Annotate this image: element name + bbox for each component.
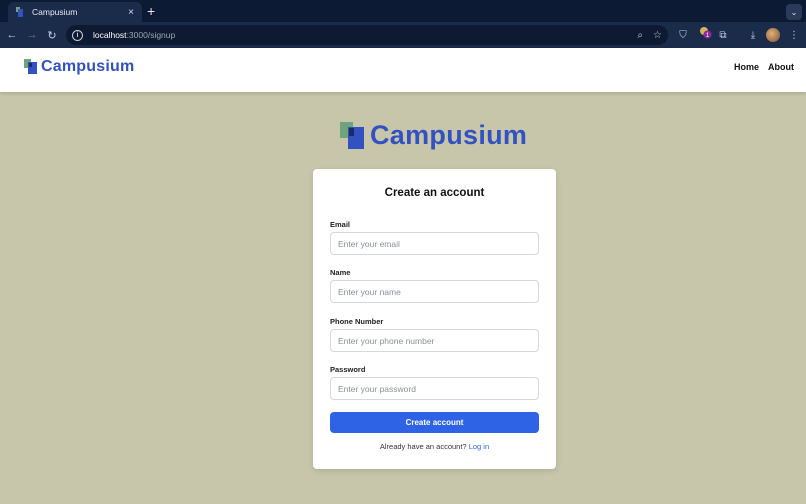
- extension-badge-icon[interactable]: 1: [699, 26, 712, 39]
- info-icon[interactable]: i: [72, 29, 83, 41]
- download-icon[interactable]: ⤓: [745, 27, 761, 43]
- password-label: Password: [330, 365, 366, 374]
- url-path: :3000/signup: [126, 30, 176, 40]
- login-prompt-text: Already have an account?: [379, 442, 467, 451]
- new-tab-icon[interactable]: +: [147, 3, 155, 19]
- login-prompt-line: Already have an account? Log in: [313, 442, 556, 451]
- browser-toolbar: ← → ↻ i localhost :3000/signup ⌕ ☆ ⛉ ⧉ ⤓…: [0, 22, 806, 48]
- signup-title: Create an account: [384, 187, 485, 199]
- campusium-logo-icon: [24, 59, 38, 75]
- create-account-button[interactable]: Create account: [330, 412, 539, 433]
- forward-icon[interactable]: →: [24, 27, 40, 43]
- back-icon[interactable]: ←: [4, 27, 20, 43]
- puzzle-icon[interactable]: ⧉: [715, 27, 731, 43]
- url-host: localhost: [93, 30, 127, 40]
- email-field[interactable]: [330, 232, 539, 255]
- address-bar[interactable]: i localhost :3000/signup ⌕ ☆: [66, 25, 668, 45]
- phone-label: Phone Number: [330, 317, 384, 326]
- email-label: Email: [330, 220, 351, 229]
- header-brand-link[interactable]: Campusium: [24, 58, 134, 76]
- browser-tab[interactable]: Campusium ×: [8, 2, 142, 22]
- tab-search-icon[interactable]: ⌄: [786, 4, 802, 20]
- tab-close-icon[interactable]: ×: [128, 7, 134, 18]
- tab-title: Campusium: [32, 7, 78, 17]
- profile-avatar[interactable]: [766, 28, 780, 42]
- signup-card: Create an account Email Name Phone Numbe…: [313, 169, 556, 469]
- hero-brand-text: Campusium: [370, 120, 528, 150]
- zoom-icon[interactable]: ⌕: [637, 30, 643, 41]
- kebab-menu-icon[interactable]: ⋮: [786, 27, 802, 43]
- star-icon[interactable]: ☆: [653, 30, 662, 41]
- site-header: Campusium Home About: [0, 48, 806, 92]
- bookmark-icon[interactable]: ⛉: [675, 27, 691, 43]
- header-nav: Home About: [734, 62, 794, 72]
- name-field[interactable]: [330, 280, 539, 303]
- name-label: Name: [330, 268, 351, 277]
- hero-logo: Campusium: [340, 120, 527, 151]
- login-link[interactable]: Log in: [469, 442, 489, 451]
- header-brand-text: Campusium: [41, 58, 135, 75]
- nav-link-about[interactable]: About: [768, 62, 794, 72]
- campusium-favicon-icon: [16, 7, 24, 17]
- password-field[interactable]: [330, 377, 539, 400]
- browser-tab-strip: Campusium × + ⌄: [0, 0, 806, 22]
- nav-link-home[interactable]: Home: [734, 62, 759, 72]
- phone-field[interactable]: [330, 329, 539, 352]
- reload-icon[interactable]: ↻: [44, 27, 60, 43]
- campusium-logo-icon: [340, 121, 366, 150]
